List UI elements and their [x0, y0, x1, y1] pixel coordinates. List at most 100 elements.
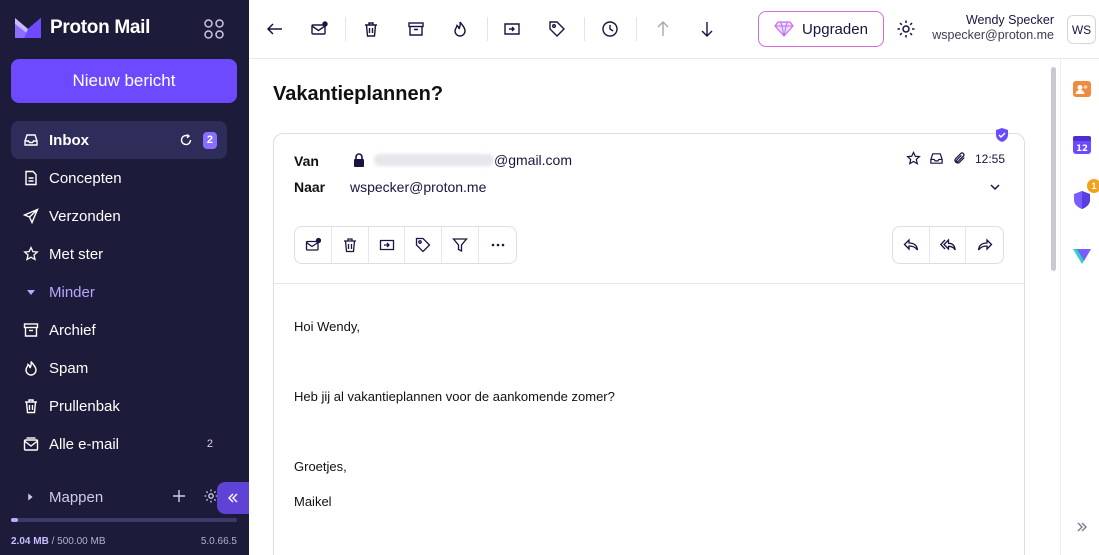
- arrow-down-icon: [701, 22, 713, 37]
- storage-fill: [11, 518, 18, 522]
- forward-button[interactable]: [966, 227, 1003, 263]
- app-version: 5.0.66.5: [200, 536, 237, 547]
- trash-icon: [23, 398, 39, 414]
- archive-box-icon: [23, 322, 39, 338]
- apps-grid-icon[interactable]: [203, 18, 225, 40]
- sidebar-item-less[interactable]: Minder: [11, 273, 227, 311]
- envelopes-icon: [23, 436, 39, 452]
- sidebar-item-label: Minder: [49, 283, 95, 301]
- double-chevron-left-icon: [228, 493, 238, 503]
- sidebar-item-label: Met ster: [49, 245, 104, 263]
- label-button[interactable]: [405, 227, 443, 263]
- user-menu[interactable]: Wendy Specker wspecker@proton.me: [919, 13, 1054, 42]
- proton-mail-logo-icon: [15, 18, 41, 38]
- move-button[interactable]: [369, 227, 406, 263]
- diamond-icon: [774, 21, 794, 37]
- more-horizontal-icon: [491, 243, 504, 247]
- sidebar-item-label: Verzonden: [49, 207, 121, 225]
- message-time: 12:55: [975, 151, 1006, 166]
- caret-down-icon: [23, 284, 39, 300]
- recipient-address[interactable]: wspecker@proton.me: [350, 179, 486, 195]
- upgrade-label: Upgraden: [802, 20, 868, 38]
- sidebar-item-starred[interactable]: Met ster: [11, 235, 227, 273]
- upgrade-button[interactable]: Upgraden: [758, 11, 884, 47]
- mark-unread-button[interactable]: [295, 227, 332, 263]
- reply-all-button[interactable]: [930, 227, 967, 263]
- mark-unread-button[interactable]: [308, 18, 330, 40]
- double-chevron-right-icon[interactable]: [1075, 520, 1089, 534]
- scrollbar-thumb[interactable]: [1051, 67, 1056, 271]
- security-badge: 1: [1087, 179, 1099, 193]
- caret-right-icon: [23, 489, 37, 505]
- delete-button[interactable]: [332, 227, 369, 263]
- calendar-icon[interactable]: 12: [1072, 135, 1092, 155]
- reader-scrollbar[interactable]: [1049, 59, 1058, 555]
- gear-icon[interactable]: [896, 19, 916, 39]
- tag-icon: [416, 237, 431, 253]
- contacts-icon[interactable]: [1072, 79, 1092, 99]
- sidebar-item-inbox[interactable]: Inbox 2: [11, 121, 227, 159]
- filter-funnel-icon: [452, 238, 469, 253]
- reply-button[interactable]: [893, 227, 930, 263]
- move-button[interactable]: [501, 18, 523, 40]
- storage-total: / 500.00 MB: [48, 536, 106, 547]
- app-rail: 12 1: [1060, 59, 1099, 555]
- vpn-icon[interactable]: [1072, 246, 1092, 266]
- message-actions: [294, 226, 517, 264]
- reply-actions: [892, 226, 1004, 264]
- sidebar: Proton Mail Nieuw bericht Inbox 2 Concep…: [0, 0, 249, 555]
- refresh-icon[interactable]: [179, 133, 193, 147]
- reply-icon: [903, 238, 918, 251]
- toolbar-separator: [636, 17, 637, 41]
- storage-used: 2.04 MB: [11, 536, 49, 547]
- toolbar-separator: [345, 17, 346, 41]
- star-icon: [23, 246, 39, 262]
- sidebar-item-label: Concepten: [49, 169, 122, 187]
- move-to-folder-icon: [504, 23, 520, 35]
- flame-icon: [454, 21, 466, 37]
- brand[interactable]: Proton Mail: [14, 16, 150, 40]
- unread-badge: 2: [202, 131, 217, 149]
- reply-all-icon: [939, 238, 956, 251]
- storage-text: 2.04 MB / 500.00 MB: [11, 536, 106, 547]
- snooze-button[interactable]: [599, 18, 621, 40]
- paperclip-icon: [954, 152, 965, 164]
- body-line: Heb jij al vakantieplannen voor de aanko…: [294, 389, 615, 404]
- back-button[interactable]: [264, 18, 286, 40]
- next-message-button[interactable]: [696, 18, 718, 40]
- sidebar-item-drafts[interactable]: Concepten: [11, 159, 227, 197]
- label-button[interactable]: [546, 18, 568, 40]
- sidebar-item-archive[interactable]: Archief: [11, 311, 227, 349]
- archive-button[interactable]: [405, 18, 427, 40]
- security-shield-icon[interactable]: [1072, 190, 1092, 210]
- sidebar-item-spam[interactable]: Spam: [11, 349, 227, 387]
- collapse-sidebar-button[interactable]: [217, 482, 249, 514]
- body-greeting: Hoi Wendy,: [294, 319, 360, 334]
- sidebar-item-label: Prullenbak: [49, 397, 120, 415]
- sidebar-item-trash[interactable]: Prullenbak: [11, 387, 227, 425]
- avatar[interactable]: WS: [1067, 15, 1096, 44]
- body-signature: Maikel: [294, 494, 332, 509]
- spam-button[interactable]: [449, 18, 471, 40]
- arrow-up-icon: [657, 21, 669, 36]
- body-closing: Groetjes,: [294, 459, 347, 474]
- header-divider: [274, 283, 1024, 284]
- message-subject: Vakantieplannen?: [273, 83, 444, 105]
- filter-button[interactable]: [442, 227, 480, 263]
- to-label: Naar: [294, 179, 326, 195]
- sidebar-item-all-mail[interactable]: Alle e-mail 2: [11, 425, 227, 463]
- compose-button[interactable]: Nieuw bericht: [11, 59, 237, 103]
- move-to-folder-icon: [379, 239, 394, 251]
- delete-button[interactable]: [360, 18, 382, 40]
- sidebar-folders[interactable]: Mappen: [11, 478, 249, 516]
- envelope-dot-icon: [311, 21, 328, 35]
- add-folder-icon[interactable]: [171, 488, 187, 504]
- previous-message-button[interactable]: [652, 18, 674, 40]
- chevron-down-icon[interactable]: [988, 180, 1002, 194]
- lock-icon: [354, 152, 364, 167]
- sender-address[interactable]: @gmail.com: [352, 152, 572, 168]
- star-icon[interactable]: [906, 151, 921, 166]
- sidebar-item-sent[interactable]: Verzonden: [11, 197, 227, 235]
- more-button[interactable]: [479, 227, 516, 263]
- storage-bar: [11, 518, 237, 522]
